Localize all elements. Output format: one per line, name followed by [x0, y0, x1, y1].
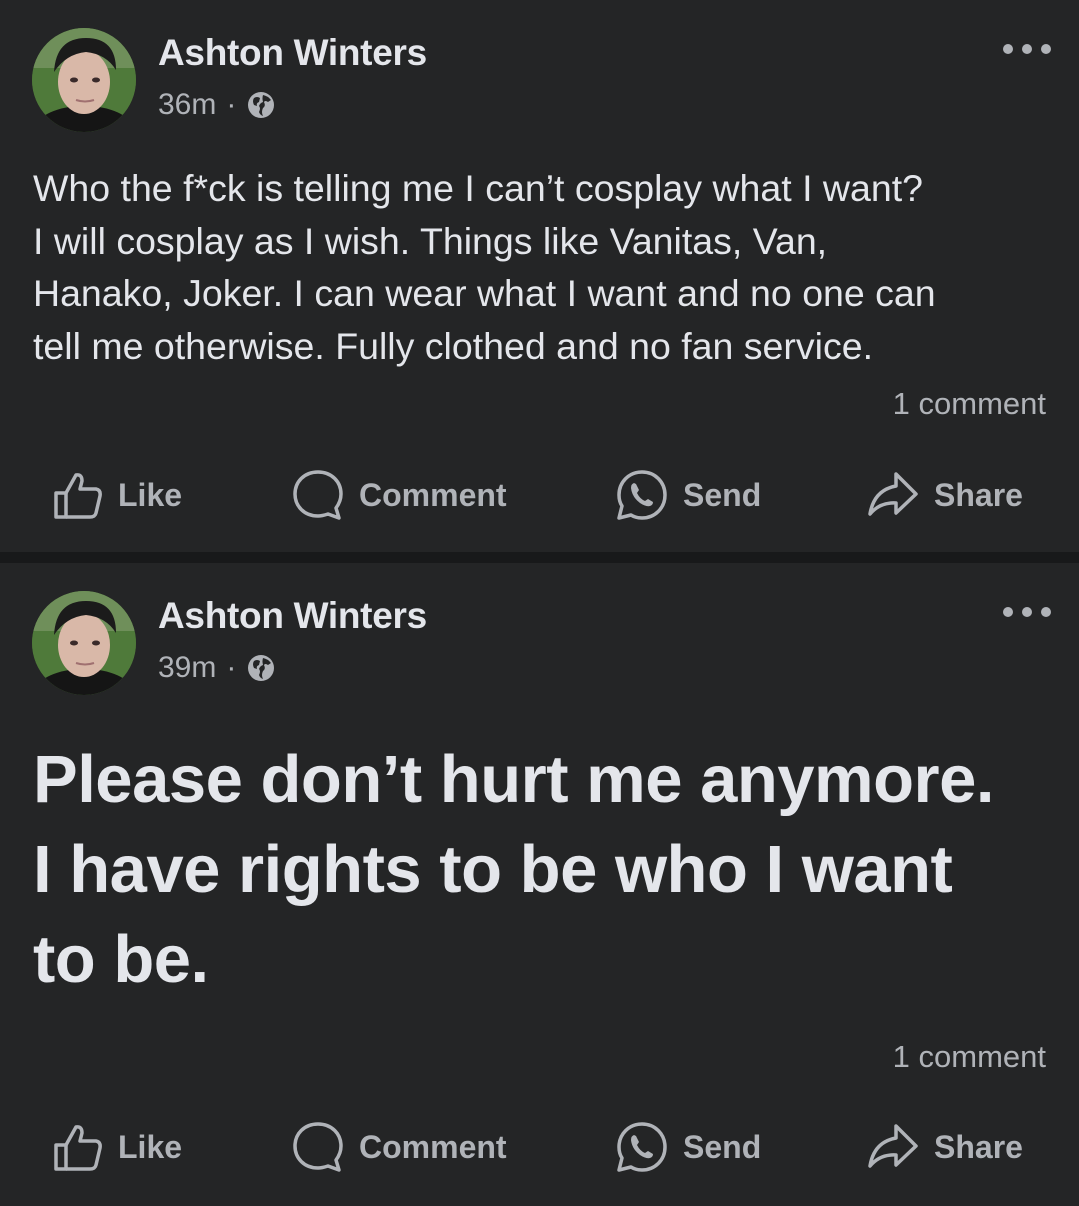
avatar-image: [32, 28, 136, 132]
globe-icon[interactable]: [246, 90, 276, 120]
comment-label: Comment: [359, 476, 507, 513]
dot: [1022, 44, 1032, 54]
action-bar: Like Comment Send Share: [0, 460, 1079, 530]
author-name[interactable]: Ashton Winters: [158, 32, 427, 74]
send-label: Send: [683, 1128, 762, 1165]
share-label: Share: [934, 1128, 1023, 1165]
avatar[interactable]: [32, 591, 136, 695]
share-label: Share: [934, 476, 1023, 513]
meta-separator: ·: [226, 651, 237, 684]
dot: [1003, 607, 1013, 617]
share-arrow-icon: [868, 472, 918, 516]
avatar-image: [32, 591, 136, 695]
post-text-large: Please don’t hurt me anymore. I have rig…: [33, 742, 995, 997]
comment-bubble-icon: [293, 470, 343, 520]
more-options-icon[interactable]: [1003, 605, 1051, 619]
share-button[interactable]: Share: [866, 460, 1023, 530]
thumbs-up-icon: [54, 1125, 102, 1171]
like-label: Like: [118, 1128, 183, 1165]
like-label: Like: [118, 476, 183, 513]
post-text: Who the f*ck is telling me I can’t cospl…: [33, 167, 936, 367]
post-card: Ashton Winters 39m · Please don’t hurt m…: [0, 563, 1079, 1206]
dot: [1003, 44, 1013, 54]
comment-count[interactable]: 1 comment: [893, 386, 1046, 422]
post-meta: 39m ·: [158, 651, 276, 685]
comment-button[interactable]: Comment: [291, 1112, 507, 1182]
send-button[interactable]: Send: [615, 460, 761, 530]
post-time[interactable]: 36m: [158, 88, 216, 122]
share-button[interactable]: Share: [866, 1112, 1023, 1182]
whatsapp-icon: [617, 1122, 667, 1172]
like-button[interactable]: Like: [52, 460, 182, 530]
action-bar: Like Comment Send Share: [0, 1112, 1079, 1182]
author-name[interactable]: Ashton Winters: [158, 595, 427, 637]
send-button[interactable]: Send: [615, 1112, 761, 1182]
dot: [1041, 607, 1051, 617]
like-button[interactable]: Like: [52, 1112, 182, 1182]
comment-count[interactable]: 1 comment: [893, 1039, 1046, 1075]
avatar[interactable]: [32, 28, 136, 132]
share-arrow-icon: [868, 1124, 918, 1168]
comment-button[interactable]: Comment: [291, 460, 507, 530]
more-options-icon[interactable]: [1003, 42, 1051, 56]
post-meta: 36m ·: [158, 88, 276, 122]
send-label: Send: [683, 476, 762, 513]
post-time[interactable]: 39m: [158, 651, 216, 685]
globe-icon[interactable]: [246, 653, 276, 683]
whatsapp-icon: [617, 470, 667, 520]
meta-separator: ·: [226, 88, 237, 121]
comment-bubble-icon: [293, 1122, 343, 1172]
dot: [1022, 607, 1032, 617]
thumbs-up-icon: [54, 473, 102, 519]
comment-label: Comment: [359, 1128, 507, 1165]
post-card: Ashton Winters 36m · Who the f*ck is tel…: [0, 0, 1079, 552]
dot: [1041, 44, 1051, 54]
